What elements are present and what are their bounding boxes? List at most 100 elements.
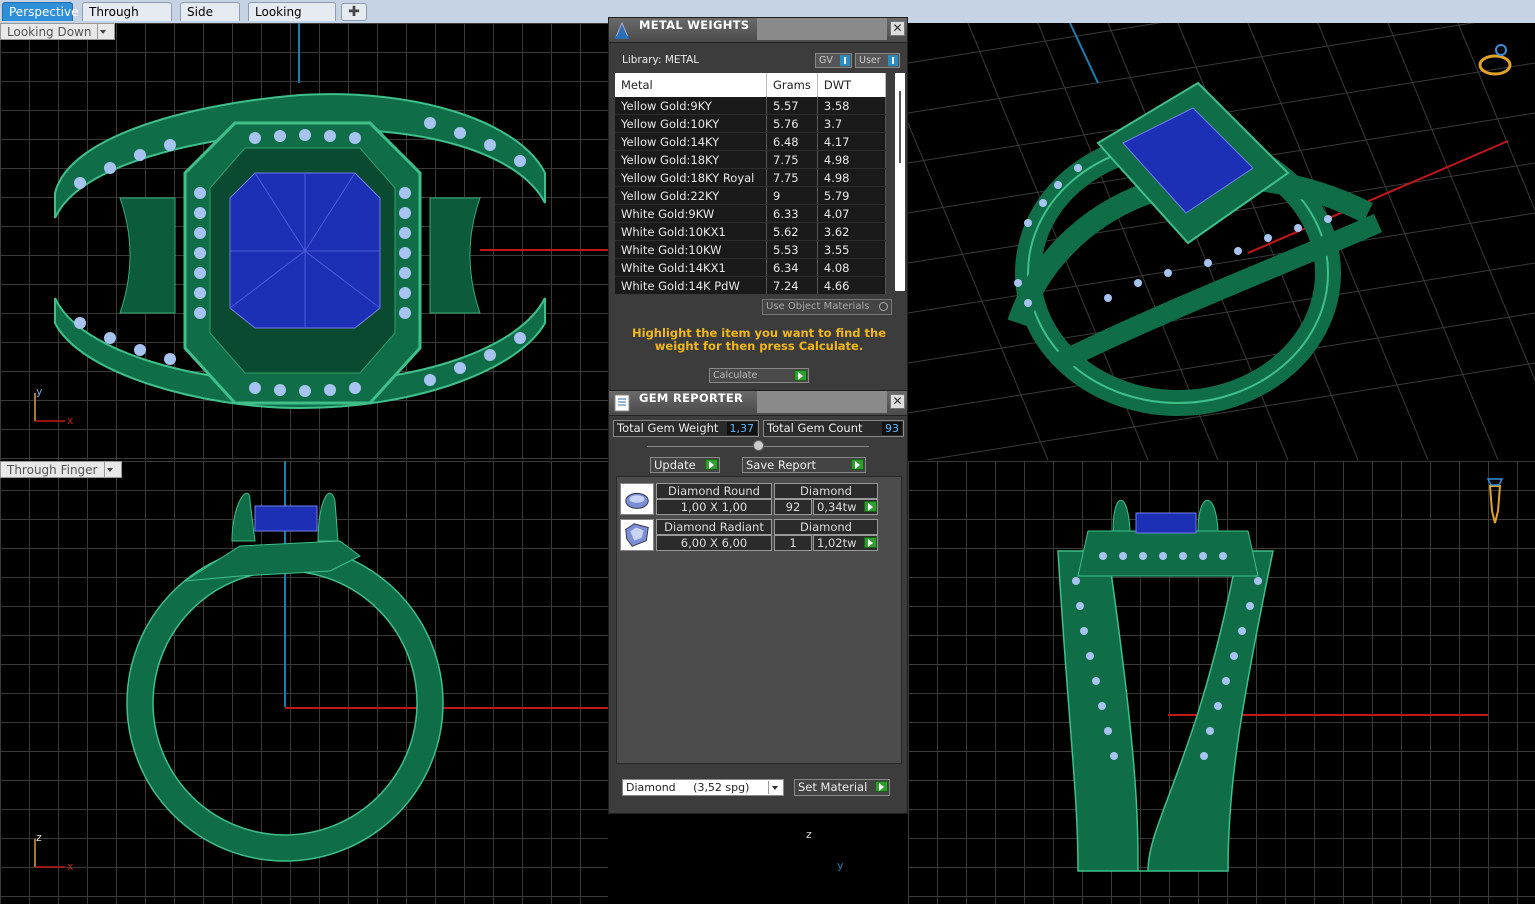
- user-toggle[interactable]: User: [855, 53, 900, 68]
- play-icon: [794, 370, 807, 381]
- dwt-cell: 4.08: [817, 258, 887, 277]
- viewport-looking-down[interactable]: y x Looking Down: [0, 23, 608, 460]
- table-row[interactable]: Yellow Gold:22KY 9 5.79: [615, 186, 887, 205]
- gv-label: GV: [819, 55, 833, 66]
- play-icon: [864, 501, 877, 512]
- axis-triad-xz: [34, 839, 65, 868]
- metal-cell: Yellow Gold:22KY: [615, 186, 767, 205]
- save-report-button[interactable]: Save Report: [742, 457, 866, 473]
- metal-weights-panel: METAL WEIGHTS ✕ Library: METAL GV User M…: [608, 17, 908, 391]
- table-row[interactable]: Yellow Gold:14KY 6.48 4.17: [615, 132, 887, 151]
- dwt-cell: 3.58: [817, 97, 887, 115]
- metal-cell: White Gold:10KX1: [615, 222, 767, 241]
- viewport-view-dropdown[interactable]: Looking Down: [0, 23, 116, 40]
- gv-toggle[interactable]: GV: [815, 53, 852, 68]
- grams-cell: 7.24: [766, 276, 818, 294]
- ring-front-render: [126, 492, 444, 862]
- play-icon: [851, 459, 864, 470]
- metal-cell: White Gold:14K PdW: [615, 276, 767, 294]
- grams-cell: 6.33: [766, 204, 818, 223]
- gem-reporter-panel: GEM REPORTER ✕ Total Gem Weight 1,37 Tot…: [608, 390, 908, 814]
- panel-title: GEM REPORTER: [639, 391, 744, 405]
- table-row[interactable]: White Gold:9KW 6.33 4.07: [615, 204, 887, 223]
- table-row[interactable]: Yellow Gold:9KY 5.57 3.58: [615, 97, 887, 115]
- header-strip: [757, 391, 887, 413]
- use-object-materials-toggle[interactable]: Use Object Materials: [762, 299, 892, 315]
- tab-through-finger[interactable]: Through Finger: [82, 2, 172, 38]
- close-icon[interactable]: ✕: [890, 394, 905, 409]
- table-scrollbar[interactable]: [895, 73, 905, 291]
- grams-cell: 7.75: [766, 168, 818, 187]
- ring-top-render: [54, 93, 546, 410]
- grams-cell: 7.75: [766, 150, 818, 169]
- grams-cell: 6.34: [766, 258, 818, 277]
- gem-reporter-header[interactable]: GEM REPORTER ✕: [609, 391, 907, 416]
- gem-size: 1,00 X 1,00: [656, 499, 772, 515]
- tab-side-view[interactable]: Side View: [180, 2, 240, 38]
- gem-weight[interactable]: 1,02tw: [813, 535, 878, 551]
- table-row[interactable]: White Gold:10KX1 5.62 3.62: [615, 222, 887, 241]
- gem-weight[interactable]: 0,34tw: [813, 499, 878, 515]
- side-view-icon[interactable]: [1480, 471, 1510, 531]
- gem-material: Diamond: [774, 519, 878, 535]
- perspective-view-icon[interactable]: [1475, 40, 1515, 80]
- dwt-cell: 4.07: [817, 204, 887, 223]
- radiant-gem-icon: [620, 519, 654, 551]
- dwt-cell: 4.98: [817, 168, 887, 187]
- table-row[interactable]: White Gold:10KW 5.53 3.55: [615, 240, 887, 259]
- update-button[interactable]: Update: [650, 457, 720, 473]
- chevron-down-icon: [97, 24, 108, 39]
- tab-perspective[interactable]: Perspective: [2, 2, 79, 21]
- total-gem-count-value: 93: [882, 422, 902, 435]
- user-label: User: [859, 55, 881, 66]
- table-row[interactable]: Yellow Gold:18KY 7.75 4.98: [615, 150, 887, 169]
- table-row[interactable]: Yellow Gold:18KY Royal 7.75 4.98: [615, 168, 887, 187]
- total-gem-count-label: Total Gem Count: [767, 421, 863, 435]
- gem-material: Diamond: [774, 483, 878, 499]
- ring-side-render: [1057, 499, 1274, 872]
- use-object-materials-label: Use Object Materials: [766, 301, 870, 312]
- gem-count: 92: [774, 499, 812, 515]
- gem-count: 1: [774, 535, 812, 551]
- metal-weights-header[interactable]: METAL WEIGHTS ✕: [609, 18, 907, 43]
- calculate-button[interactable]: Calculate: [709, 368, 809, 383]
- dwt-cell: 3.7: [817, 114, 887, 133]
- metal-cell: Yellow Gold:10KY: [615, 114, 767, 133]
- play-icon: [875, 781, 888, 792]
- material-select-value: Diamond (3,52 spg): [626, 781, 750, 794]
- play-icon: [864, 537, 877, 548]
- play-icon: [705, 459, 718, 470]
- viewport-perspective[interactable]: [908, 23, 1535, 460]
- material-select[interactable]: Diamond (3,52 spg): [622, 779, 784, 796]
- close-icon[interactable]: ✕: [890, 21, 905, 36]
- add-tab-button[interactable]: ✚: [341, 3, 367, 21]
- dwt-cell: 4.98: [817, 150, 887, 169]
- report-icon: [614, 394, 630, 412]
- dwt-cell: 4.17: [817, 132, 887, 151]
- grams-cell: 5.53: [766, 240, 818, 259]
- col-grams[interactable]: Grams: [766, 73, 818, 97]
- set-material-button[interactable]: Set Material: [794, 779, 890, 796]
- axis-h-label: x: [67, 860, 74, 873]
- gem-shape: Diamond Radiant: [656, 519, 772, 535]
- dwt-cell: 3.62: [817, 222, 887, 241]
- metal-cell: Yellow Gold:18KY: [615, 150, 767, 169]
- scrollbar-thumb[interactable]: [899, 91, 901, 163]
- table-row[interactable]: White Gold:14KX1 6.34 4.08: [615, 258, 887, 277]
- library-label: Library: METAL: [622, 54, 700, 66]
- total-gem-weight-value: 1,37: [726, 422, 757, 435]
- table-row[interactable]: White Gold:14K PdW 7.24 4.66: [615, 276, 887, 294]
- viewport-view-dropdown[interactable]: Through Finger: [0, 461, 122, 478]
- slider-handle[interactable]: [753, 440, 764, 451]
- metal-cell: White Gold:14KX1: [615, 258, 767, 277]
- axis-triad-xy: [34, 393, 65, 422]
- tab-looking-down[interactable]: Looking Down: [248, 2, 336, 38]
- total-gem-weight: Total Gem Weight 1,37: [613, 420, 759, 437]
- col-metal[interactable]: Metal: [615, 73, 767, 97]
- viewport-through-finger[interactable]: z x Through Finger: [0, 461, 608, 904]
- table-row[interactable]: Yellow Gold:10KY 5.76 3.7: [615, 114, 887, 133]
- col-dwt[interactable]: DWT: [817, 73, 887, 97]
- viewport-side-view[interactable]: [908, 461, 1535, 904]
- gem-size: 6,00 X 6,00: [656, 535, 772, 551]
- perspective-grid: [908, 23, 1535, 460]
